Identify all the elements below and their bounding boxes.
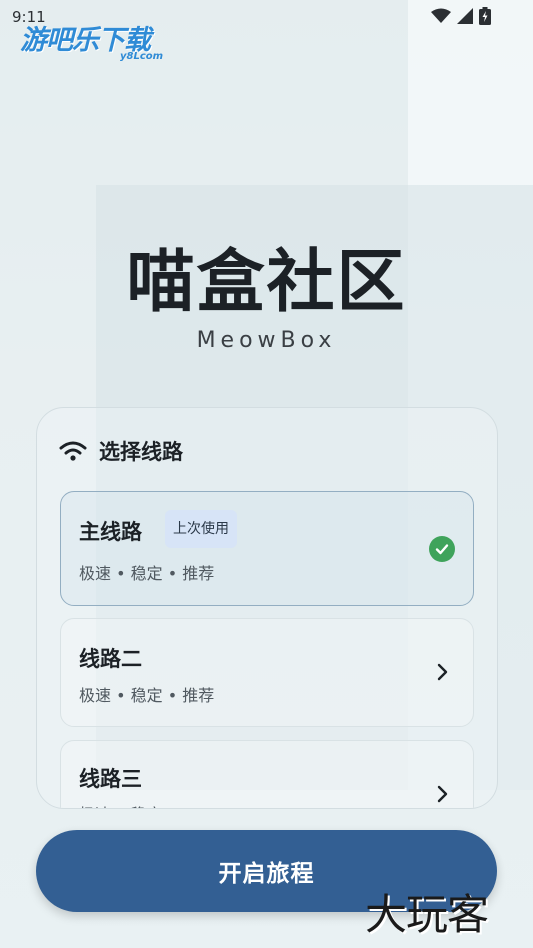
route-option-3[interactable]: 线路三 极速 • 稳定 [60, 740, 474, 808]
status-icons [431, 7, 491, 25]
watermark-text: 大玩客 [365, 890, 489, 939]
battery-charging-icon [479, 7, 491, 25]
line-selector-card: 选择线路 主线路 上次使用 极速 • 稳定 • 推荐 线路二 极速 • 稳定 •… [36, 407, 498, 809]
cellular-signal-icon [457, 8, 473, 24]
route-name: 线路二 [79, 647, 142, 671]
route-option-2[interactable]: 线路二 极速 • 稳定 • 推荐 [60, 618, 474, 727]
route-name: 主线路 [79, 520, 142, 544]
line-selector-title: 选择线路 [99, 440, 183, 464]
route-desc: 极速 • 稳定 • 推荐 [79, 686, 215, 705]
route-desc: 极速 • 稳定 • 推荐 [79, 564, 215, 583]
chevron-right-icon [437, 663, 448, 681]
watermark-logo: 游吧乐下载 y8Lcom [20, 18, 163, 62]
wifi-icon [431, 8, 451, 23]
app-subtitle: MeowBox [196, 328, 337, 353]
chevron-right-icon [437, 785, 448, 803]
route-option-main[interactable]: 主线路 上次使用 极速 • 稳定 • 推荐 [60, 491, 474, 606]
line-selector-header: 选择线路 [59, 436, 183, 466]
route-name: 线路三 [79, 767, 142, 791]
wifi-icon [59, 441, 87, 461]
check-circle-icon [429, 536, 455, 562]
app-title: 喵盒社区 [126, 243, 407, 322]
last-used-badge: 上次使用 [165, 510, 237, 548]
watermark-subtitle: y8Lcom [120, 51, 164, 62]
route-desc: 极速 • 稳定 [79, 801, 163, 808]
